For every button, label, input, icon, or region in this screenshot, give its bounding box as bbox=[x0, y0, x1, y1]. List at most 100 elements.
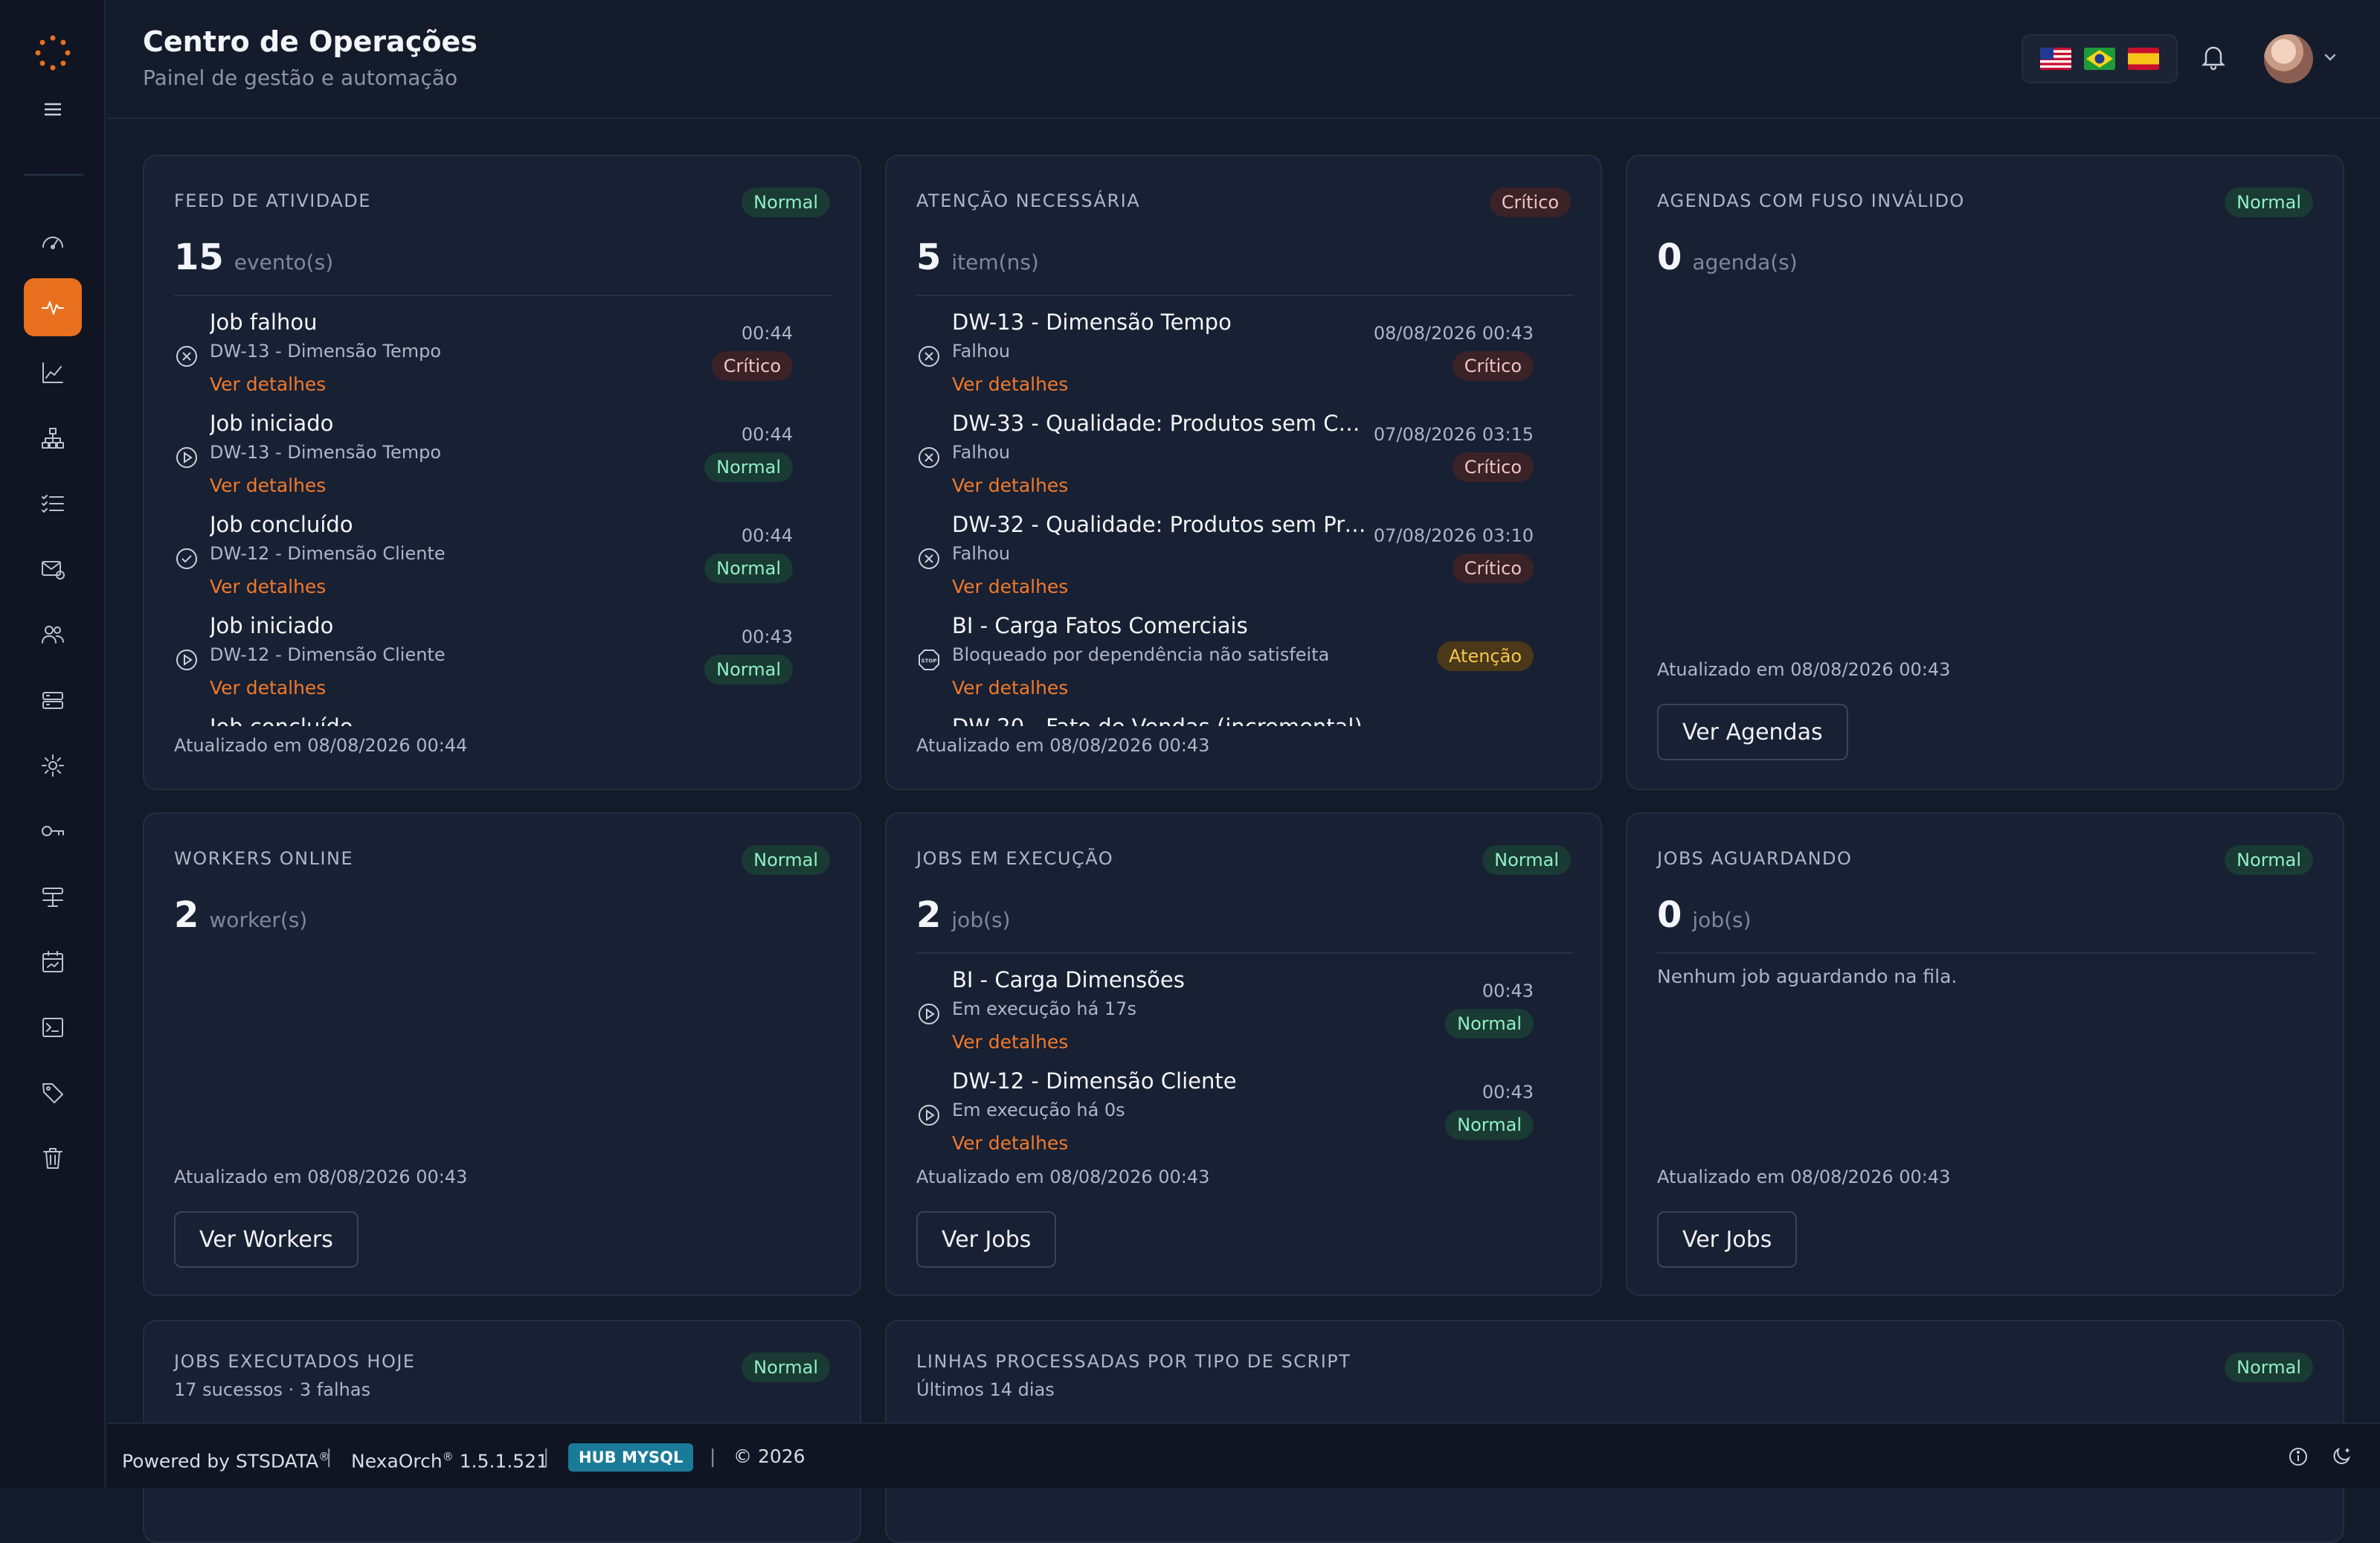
users-icon bbox=[42, 626, 64, 644]
footer-powered-by: Powered by STSDATA® bbox=[122, 1450, 330, 1472]
nav-terminal[interactable] bbox=[24, 998, 82, 1056]
item-timestamp: 00:44 bbox=[741, 323, 793, 344]
item-title: Job concluído bbox=[210, 512, 353, 537]
nav-charts[interactable] bbox=[24, 344, 82, 402]
server-icon bbox=[42, 692, 63, 709]
view-details-link[interactable]: Ver detalhes bbox=[210, 677, 326, 699]
waiting-count: 0 job(s) bbox=[1657, 894, 1752, 936]
status-badge: Crítico bbox=[1452, 452, 1534, 482]
notification-bell-icon[interactable] bbox=[2199, 42, 2228, 71]
view-details-link[interactable]: Ver detalhes bbox=[952, 475, 1068, 496]
status-badge: Normal bbox=[2225, 845, 2313, 875]
language-switcher bbox=[2022, 34, 2178, 83]
chevron-down-icon[interactable] bbox=[2322, 49, 2338, 65]
view-schedules-button[interactable]: Ver Agendas bbox=[1657, 704, 1848, 760]
item-title: DW-12 - Dimensão Cliente bbox=[952, 1068, 1237, 1094]
x-circle-icon bbox=[916, 344, 942, 369]
play-circle-icon bbox=[174, 647, 199, 673]
view-details-link[interactable]: Ver detalhes bbox=[952, 576, 1068, 597]
nav-servers[interactable] bbox=[24, 671, 82, 729]
check-circle-icon bbox=[174, 546, 199, 571]
list-item: STOP BI - Carga Fatos Comerciais Bloqueado… bbox=[916, 613, 1574, 714]
nav-checklist[interactable] bbox=[24, 475, 82, 533]
invalid-timezone-card: AGENDAS COM FUSO INVÁLIDO Normal 0 agenda… bbox=[1626, 155, 2344, 790]
flag-us-icon[interactable] bbox=[2039, 48, 2071, 70]
trash-icon bbox=[43, 1148, 62, 1169]
running-jobs-card: JOBS EM EXECUÇÃO Normal 2 job(s) BI - Car… bbox=[885, 812, 1602, 1296]
item-timestamp: 00:44 bbox=[741, 424, 793, 445]
updated-at: Atualizado em 08/08/2026 00:43 bbox=[916, 735, 1210, 756]
nav-sliders[interactable] bbox=[24, 867, 82, 926]
menu-toggle-icon[interactable] bbox=[43, 100, 62, 119]
nav-activity[interactable] bbox=[24, 278, 82, 336]
status-badge: Crítico bbox=[711, 351, 793, 381]
status-badge: Normal bbox=[2225, 1353, 2313, 1382]
line-chart-icon bbox=[42, 362, 63, 383]
stop-sign-icon: STOP bbox=[916, 647, 942, 673]
hub-badge: HUB MYSQL bbox=[568, 1443, 694, 1472]
item-subtitle: DW-13 - Dimensão Tempo bbox=[210, 341, 442, 362]
footer-separator: | bbox=[543, 1446, 550, 1467]
view-jobs-button[interactable]: Ver Jobs bbox=[916, 1211, 1057, 1268]
divider bbox=[916, 952, 1574, 954]
nav-calendar[interactable] bbox=[24, 933, 82, 991]
status-badge: Crítico bbox=[1452, 554, 1534, 583]
status-badge: Atenção bbox=[1437, 641, 1534, 671]
view-details-link[interactable]: Ver detalhes bbox=[952, 677, 1068, 699]
list-item: BI - Carga Dimensões Em execução há 17s Ve… bbox=[916, 967, 1574, 1068]
status-badge: Normal bbox=[2225, 187, 2313, 217]
activity-feed-card: FEED DE ATIVIDADE Normal 15 evento(s) Job… bbox=[143, 155, 861, 790]
flag-es-icon[interactable] bbox=[2128, 48, 2160, 70]
updated-at: Atualizado em 08/08/2026 00:43 bbox=[174, 1167, 468, 1187]
dashboard-gauge-icon bbox=[42, 237, 63, 249]
card-title: LINHAS PROCESSADAS POR TIPO DE SCRIPT bbox=[916, 1351, 1351, 1372]
x-circle-icon bbox=[174, 344, 199, 369]
divider bbox=[1657, 952, 2316, 954]
app-logo[interactable] bbox=[34, 34, 71, 71]
divider bbox=[916, 295, 1574, 296]
activity-pulse-icon bbox=[42, 301, 64, 315]
x-circle-icon bbox=[916, 445, 942, 470]
view-details-link[interactable]: Ver detalhes bbox=[952, 373, 1068, 395]
view-waiting-jobs-button[interactable]: Ver Jobs bbox=[1657, 1211, 1798, 1268]
nav-keys[interactable] bbox=[24, 802, 82, 860]
user-avatar[interactable] bbox=[2264, 34, 2313, 83]
theme-toggle-moon-icon[interactable] bbox=[2329, 1445, 2353, 1469]
view-details-link[interactable]: Ver detalhes bbox=[210, 373, 326, 395]
view-details-link[interactable]: Ver detalhes bbox=[210, 475, 326, 496]
nav-settings[interactable] bbox=[24, 737, 82, 795]
footer: Powered by STSDATA® | NexaOrch® 1.5.1.52… bbox=[107, 1422, 2380, 1488]
mail-alert-icon bbox=[42, 561, 65, 580]
status-badge: Normal bbox=[742, 845, 830, 875]
list-item: DW-20 - Fato de Vendas (incremental) bbox=[916, 714, 1574, 726]
nav-trash[interactable] bbox=[24, 1129, 82, 1187]
view-details-link[interactable]: Ver detalhes bbox=[210, 576, 326, 597]
list-item: Job concluído DW-12 - Dimensão Cliente Ver… bbox=[174, 512, 833, 613]
nav-users[interactable] bbox=[24, 606, 82, 664]
nav-tags[interactable] bbox=[24, 1064, 82, 1122]
flag-br-icon[interactable] bbox=[2083, 48, 2115, 70]
list-item: DW-32 - Qualidade: Produtos sem Preço ..… bbox=[916, 512, 1574, 613]
schedule-count: 0 agenda(s) bbox=[1657, 237, 1798, 278]
info-icon[interactable] bbox=[2286, 1445, 2310, 1469]
view-details-link[interactable]: Ver detalhes bbox=[952, 1031, 1068, 1053]
view-workers-button[interactable]: Ver Workers bbox=[174, 1211, 358, 1268]
view-details-link[interactable]: Ver detalhes bbox=[952, 1132, 1068, 1154]
footer-separator: | bbox=[326, 1446, 332, 1467]
updated-at: Atualizado em 08/08/2026 00:44 bbox=[174, 735, 468, 756]
nav-dashboard[interactable] bbox=[24, 213, 82, 271]
nav-hierarchy[interactable] bbox=[24, 409, 82, 467]
nav-mail[interactable] bbox=[24, 540, 82, 598]
attention-card: ATENÇÃO NECESSÁRIA Crítico 5 item(ns) DW-… bbox=[885, 155, 1602, 790]
list-item: DW-33 - Qualidade: Produtos sem Categ...… bbox=[916, 411, 1574, 512]
item-title: Job iniciado bbox=[210, 411, 334, 436]
empty-queue-message: Nenhum job aguardando na fila. bbox=[1657, 966, 1958, 987]
item-timestamp: 07/08/2026 03:10 bbox=[1373, 525, 1534, 546]
card-title: JOBS AGUARDANDO bbox=[1657, 848, 1853, 869]
terminal-icon bbox=[42, 1018, 63, 1037]
updated-at: Atualizado em 08/08/2026 00:43 bbox=[1657, 1167, 1951, 1187]
hierarchy-icon bbox=[42, 428, 64, 449]
item-subtitle: Em execução há 17s bbox=[952, 998, 1136, 1019]
item-title: Job concluído bbox=[210, 714, 353, 726]
item-title: BI - Carga Dimensões bbox=[952, 967, 1185, 992]
